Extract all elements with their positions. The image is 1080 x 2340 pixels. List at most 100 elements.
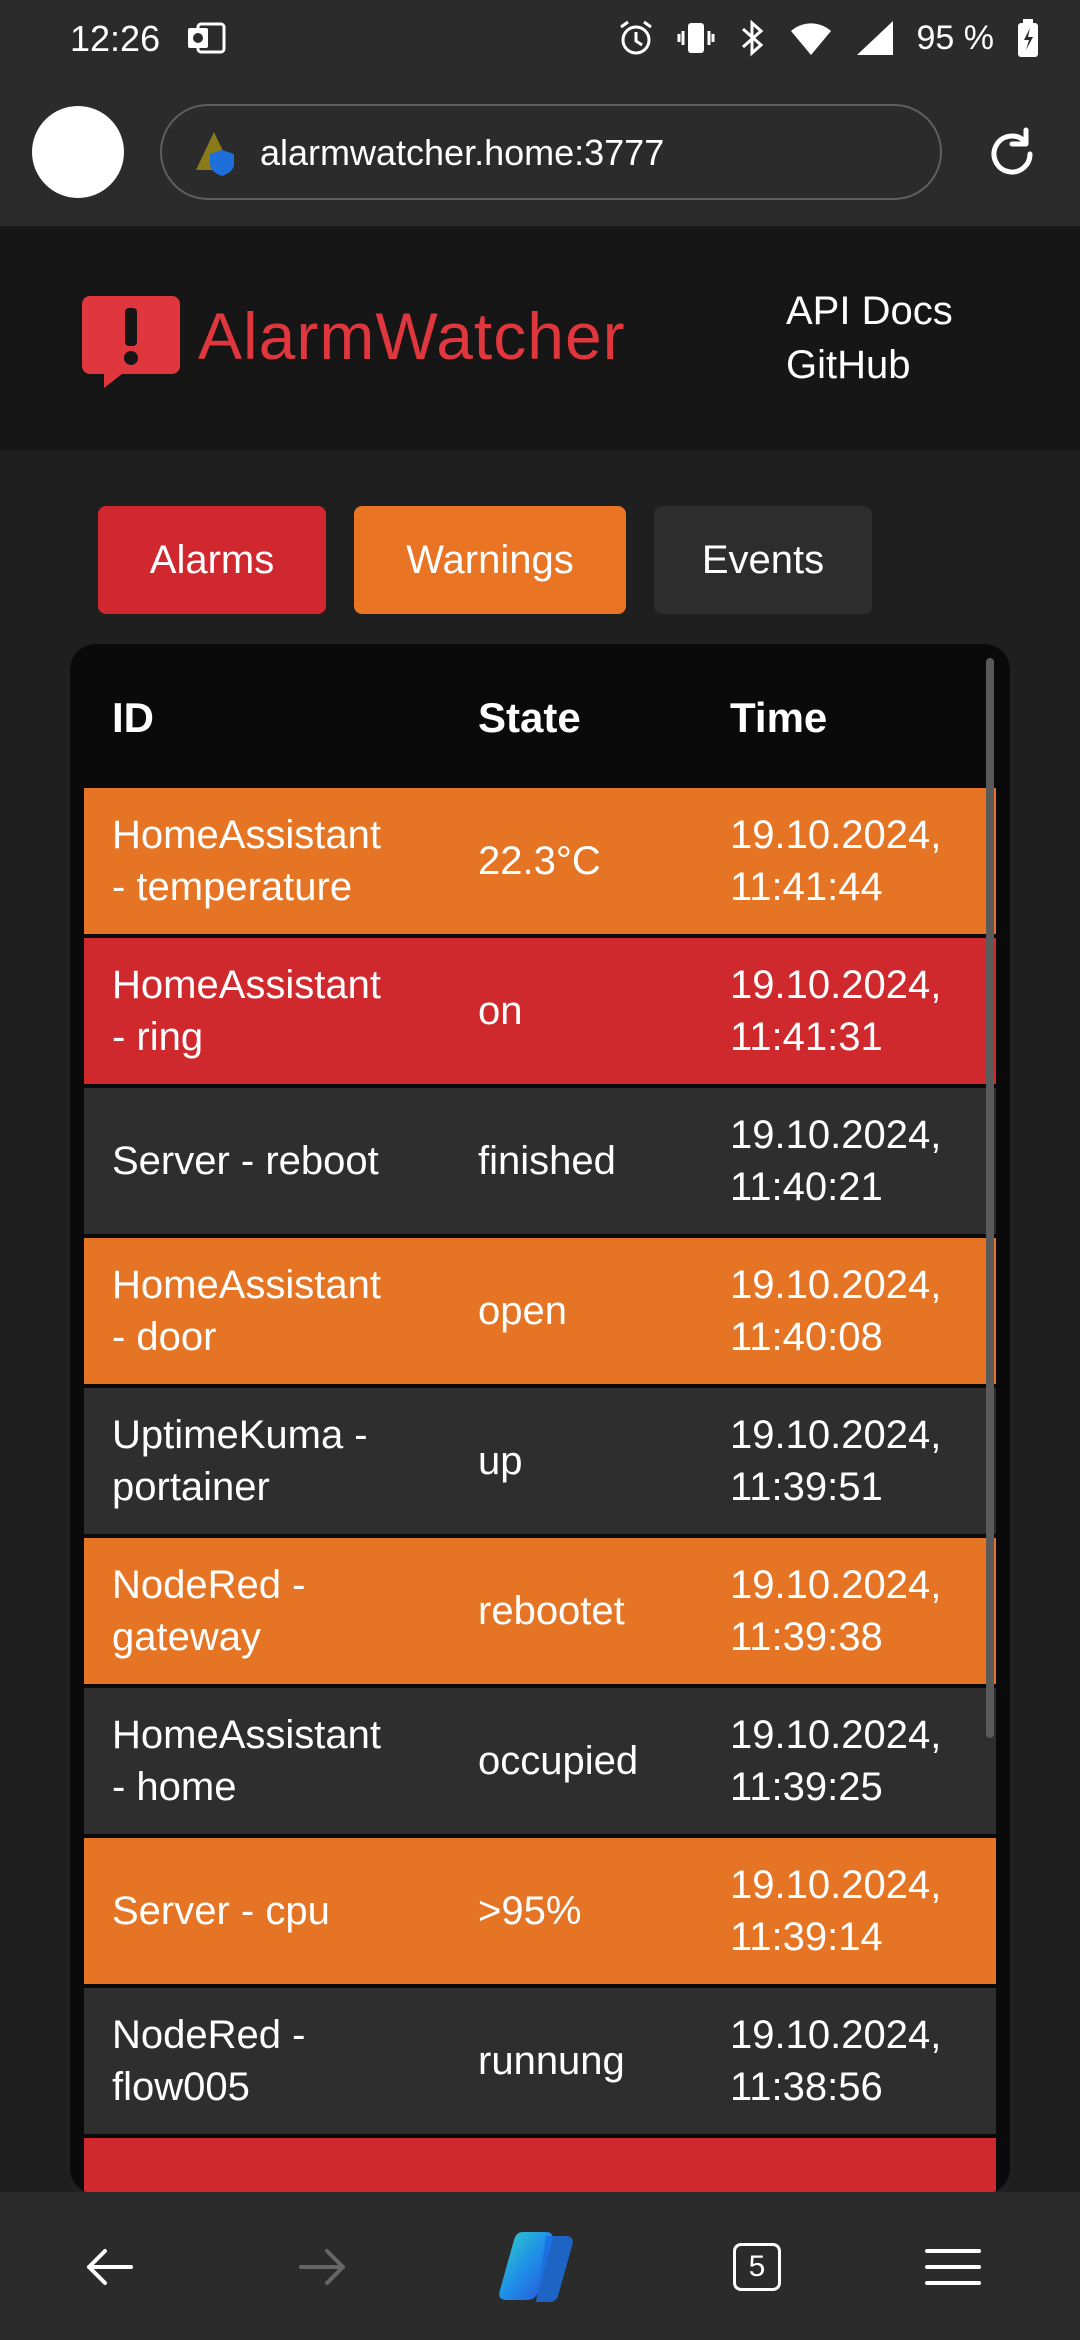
cell-state: occupied xyxy=(478,1739,639,1783)
vibrate-icon xyxy=(677,23,714,53)
table-row[interactable]: NodeRed - flow005 runnung 19.10.2024, 11:38:… xyxy=(84,1988,996,2134)
cell-clock: 11:40:21 xyxy=(730,1165,883,1209)
cell-id: HomeAssistant - door xyxy=(112,1238,432,1384)
table-row[interactable]: UptimeKuma - 19.10.2024 xyxy=(84,2138,996,2194)
cell-id: HomeAssistant - temperature xyxy=(112,788,432,934)
cell-id-line2: flow005 xyxy=(112,2065,250,2109)
back-arrow-icon xyxy=(87,2249,133,2285)
table-scrollbar[interactable] xyxy=(986,658,994,1738)
tab-switcher-button[interactable]: 5 xyxy=(722,2232,792,2302)
cell-clock: 11:39:25 xyxy=(730,1765,883,1809)
cell-state: >95% xyxy=(478,1889,582,1933)
tab-warnings[interactable]: Warnings xyxy=(354,506,626,614)
github-link[interactable]: GitHub xyxy=(786,340,953,390)
copilot-icon xyxy=(499,2232,573,2302)
cell-time: 19.10.2024, 11:39:25 xyxy=(730,1688,990,1834)
cell-date: 19.10.2024, xyxy=(730,813,942,857)
cell-time: 19.10.2024, 11:39:51 xyxy=(730,1388,990,1534)
forward-button[interactable] xyxy=(288,2232,358,2302)
bluetooth-icon xyxy=(741,19,763,57)
cell-id-line2: - door xyxy=(112,1315,217,1359)
cell-id-line1: Server - cpu xyxy=(112,1889,330,1933)
table-row[interactable]: HomeAssistant - home occupied 19.10.2024, 11… xyxy=(84,1688,996,1834)
cell-id-line1: HomeAssistant xyxy=(112,813,381,857)
cell-clock: 11:41:44 xyxy=(730,865,883,909)
outlook-icon xyxy=(188,22,226,54)
status-icons: 95 % xyxy=(617,16,1041,60)
brand-name: AlarmWatcher xyxy=(198,299,626,373)
site-security-icon[interactable] xyxy=(192,126,246,180)
table-row[interactable]: HomeAssistant - ring on 19.10.2024, 11:41:31 xyxy=(84,938,996,1084)
cell-time: 19.10.2024, 11:39:14 xyxy=(730,1838,990,1984)
cell-clock: 11:39:51 xyxy=(730,1465,883,1509)
cell-date: 19.10.2024, xyxy=(730,1563,942,1607)
cell-state: finished xyxy=(478,1139,616,1183)
table-row[interactable]: NodeRed - gateway rebootet 19.10.2024, 11:39… xyxy=(84,1538,996,1684)
cell-time: 19.10.2024 xyxy=(730,2138,990,2194)
hamburger-menu-icon xyxy=(925,2249,981,2285)
cell-state: open xyxy=(478,1289,567,1333)
cell-clock: 11:39:14 xyxy=(730,1915,883,1959)
cell-time: 19.10.2024, 11:39:38 xyxy=(730,1538,990,1684)
cell-id: NodeRed - flow005 xyxy=(112,1988,432,2134)
cell-state: runnung xyxy=(478,2039,625,2083)
cell-id-line1: HomeAssistant xyxy=(112,1713,381,1757)
cell-clock: 11:39:38 xyxy=(730,1615,883,1659)
cell-id-line1: NodeRed - xyxy=(112,2013,306,2057)
alarm-table: ID State Time HomeAssistant - temperature… xyxy=(70,644,1010,2194)
cell-clock: 11:38:56 xyxy=(730,2065,883,2109)
cell-id: UptimeKuma - xyxy=(112,2138,432,2194)
cell-id-line2: - temperature xyxy=(112,865,353,909)
cell-id: Server - reboot xyxy=(112,1088,432,1234)
cell-id: HomeAssistant - ring xyxy=(112,938,432,1084)
alarm-icon xyxy=(619,20,652,55)
app-header: AlarmWatcher API Docs GitHub xyxy=(0,228,1080,450)
filter-tabs: Alarms Warnings Events xyxy=(98,506,872,614)
cell-state xyxy=(478,2138,698,2194)
cell-id-line2: portainer xyxy=(112,1465,270,1509)
cell-date: 19.10.2024, xyxy=(730,1113,942,1157)
cell-id-line1: NodeRed - xyxy=(112,1563,306,1607)
table-row[interactable]: HomeAssistant - door open 19.10.2024, 11:40:… xyxy=(84,1238,996,1384)
signal-icon xyxy=(856,21,893,55)
battery-icon xyxy=(1018,19,1038,57)
tab-events[interactable]: Events xyxy=(654,506,872,614)
cell-date: 19.10.2024, xyxy=(730,963,942,1007)
status-bar: 12:26 95 % xyxy=(0,0,1080,80)
profile-avatar[interactable] xyxy=(32,106,124,198)
cell-id-line1: UptimeKuma - xyxy=(112,1413,368,1457)
cell-id-line2: - ring xyxy=(112,1015,204,1059)
table-row[interactable]: Server - cpu >95% 19.10.2024, 11:39:14 xyxy=(84,1838,996,1984)
cell-time: 19.10.2024, 11:38:56 xyxy=(730,1988,990,2134)
cell-time: 19.10.2024, 11:41:31 xyxy=(730,938,990,1084)
cell-id-line1: HomeAssistant xyxy=(112,963,381,1007)
cell-id-line1: HomeAssistant xyxy=(112,1263,381,1307)
copilot-button[interactable] xyxy=(494,2226,586,2306)
cell-time: 19.10.2024, 11:40:08 xyxy=(730,1238,990,1384)
cell-id-line1: Server - reboot xyxy=(112,1139,379,1183)
status-time: 12:26 xyxy=(70,18,161,59)
cell-clock: 11:40:08 xyxy=(730,1315,883,1359)
url-text[interactable]: alarmwatcher.home:3777 xyxy=(260,132,664,174)
cell-state: rebootet xyxy=(478,1589,625,1633)
cell-state: on xyxy=(478,989,523,1033)
api-docs-link[interactable]: API Docs xyxy=(786,286,953,336)
table-row[interactable]: UptimeKuma - portainer up 19.10.2024, 11:39:… xyxy=(84,1388,996,1534)
menu-button[interactable] xyxy=(918,2232,988,2302)
tab-count: 5 xyxy=(733,2243,781,2291)
column-header-time: Time xyxy=(730,694,828,741)
cell-state: up xyxy=(478,1439,523,1483)
address-bar[interactable]: alarmwatcher.home:3777 xyxy=(160,104,942,200)
cell-id-line2: gateway xyxy=(112,1615,261,1659)
table-row[interactable]: HomeAssistant - temperature 22.3°C 19.10.20… xyxy=(84,788,996,934)
cell-id: UptimeKuma - portainer xyxy=(112,1388,432,1534)
tab-alarms[interactable]: Alarms xyxy=(98,506,326,614)
battery-percent: 95 % xyxy=(916,18,995,57)
reload-icon[interactable] xyxy=(982,124,1042,184)
table-row[interactable]: Server - reboot finished 19.10.2024, 11:40:… xyxy=(84,1088,996,1234)
back-button[interactable] xyxy=(74,2232,144,2302)
cell-time: 19.10.2024, 11:40:21 xyxy=(730,1088,990,1234)
table-body: HomeAssistant - temperature 22.3°C 19.10.20… xyxy=(84,788,996,2194)
cell-id: NodeRed - gateway xyxy=(112,1538,432,1684)
alert-logo-icon xyxy=(82,296,180,388)
